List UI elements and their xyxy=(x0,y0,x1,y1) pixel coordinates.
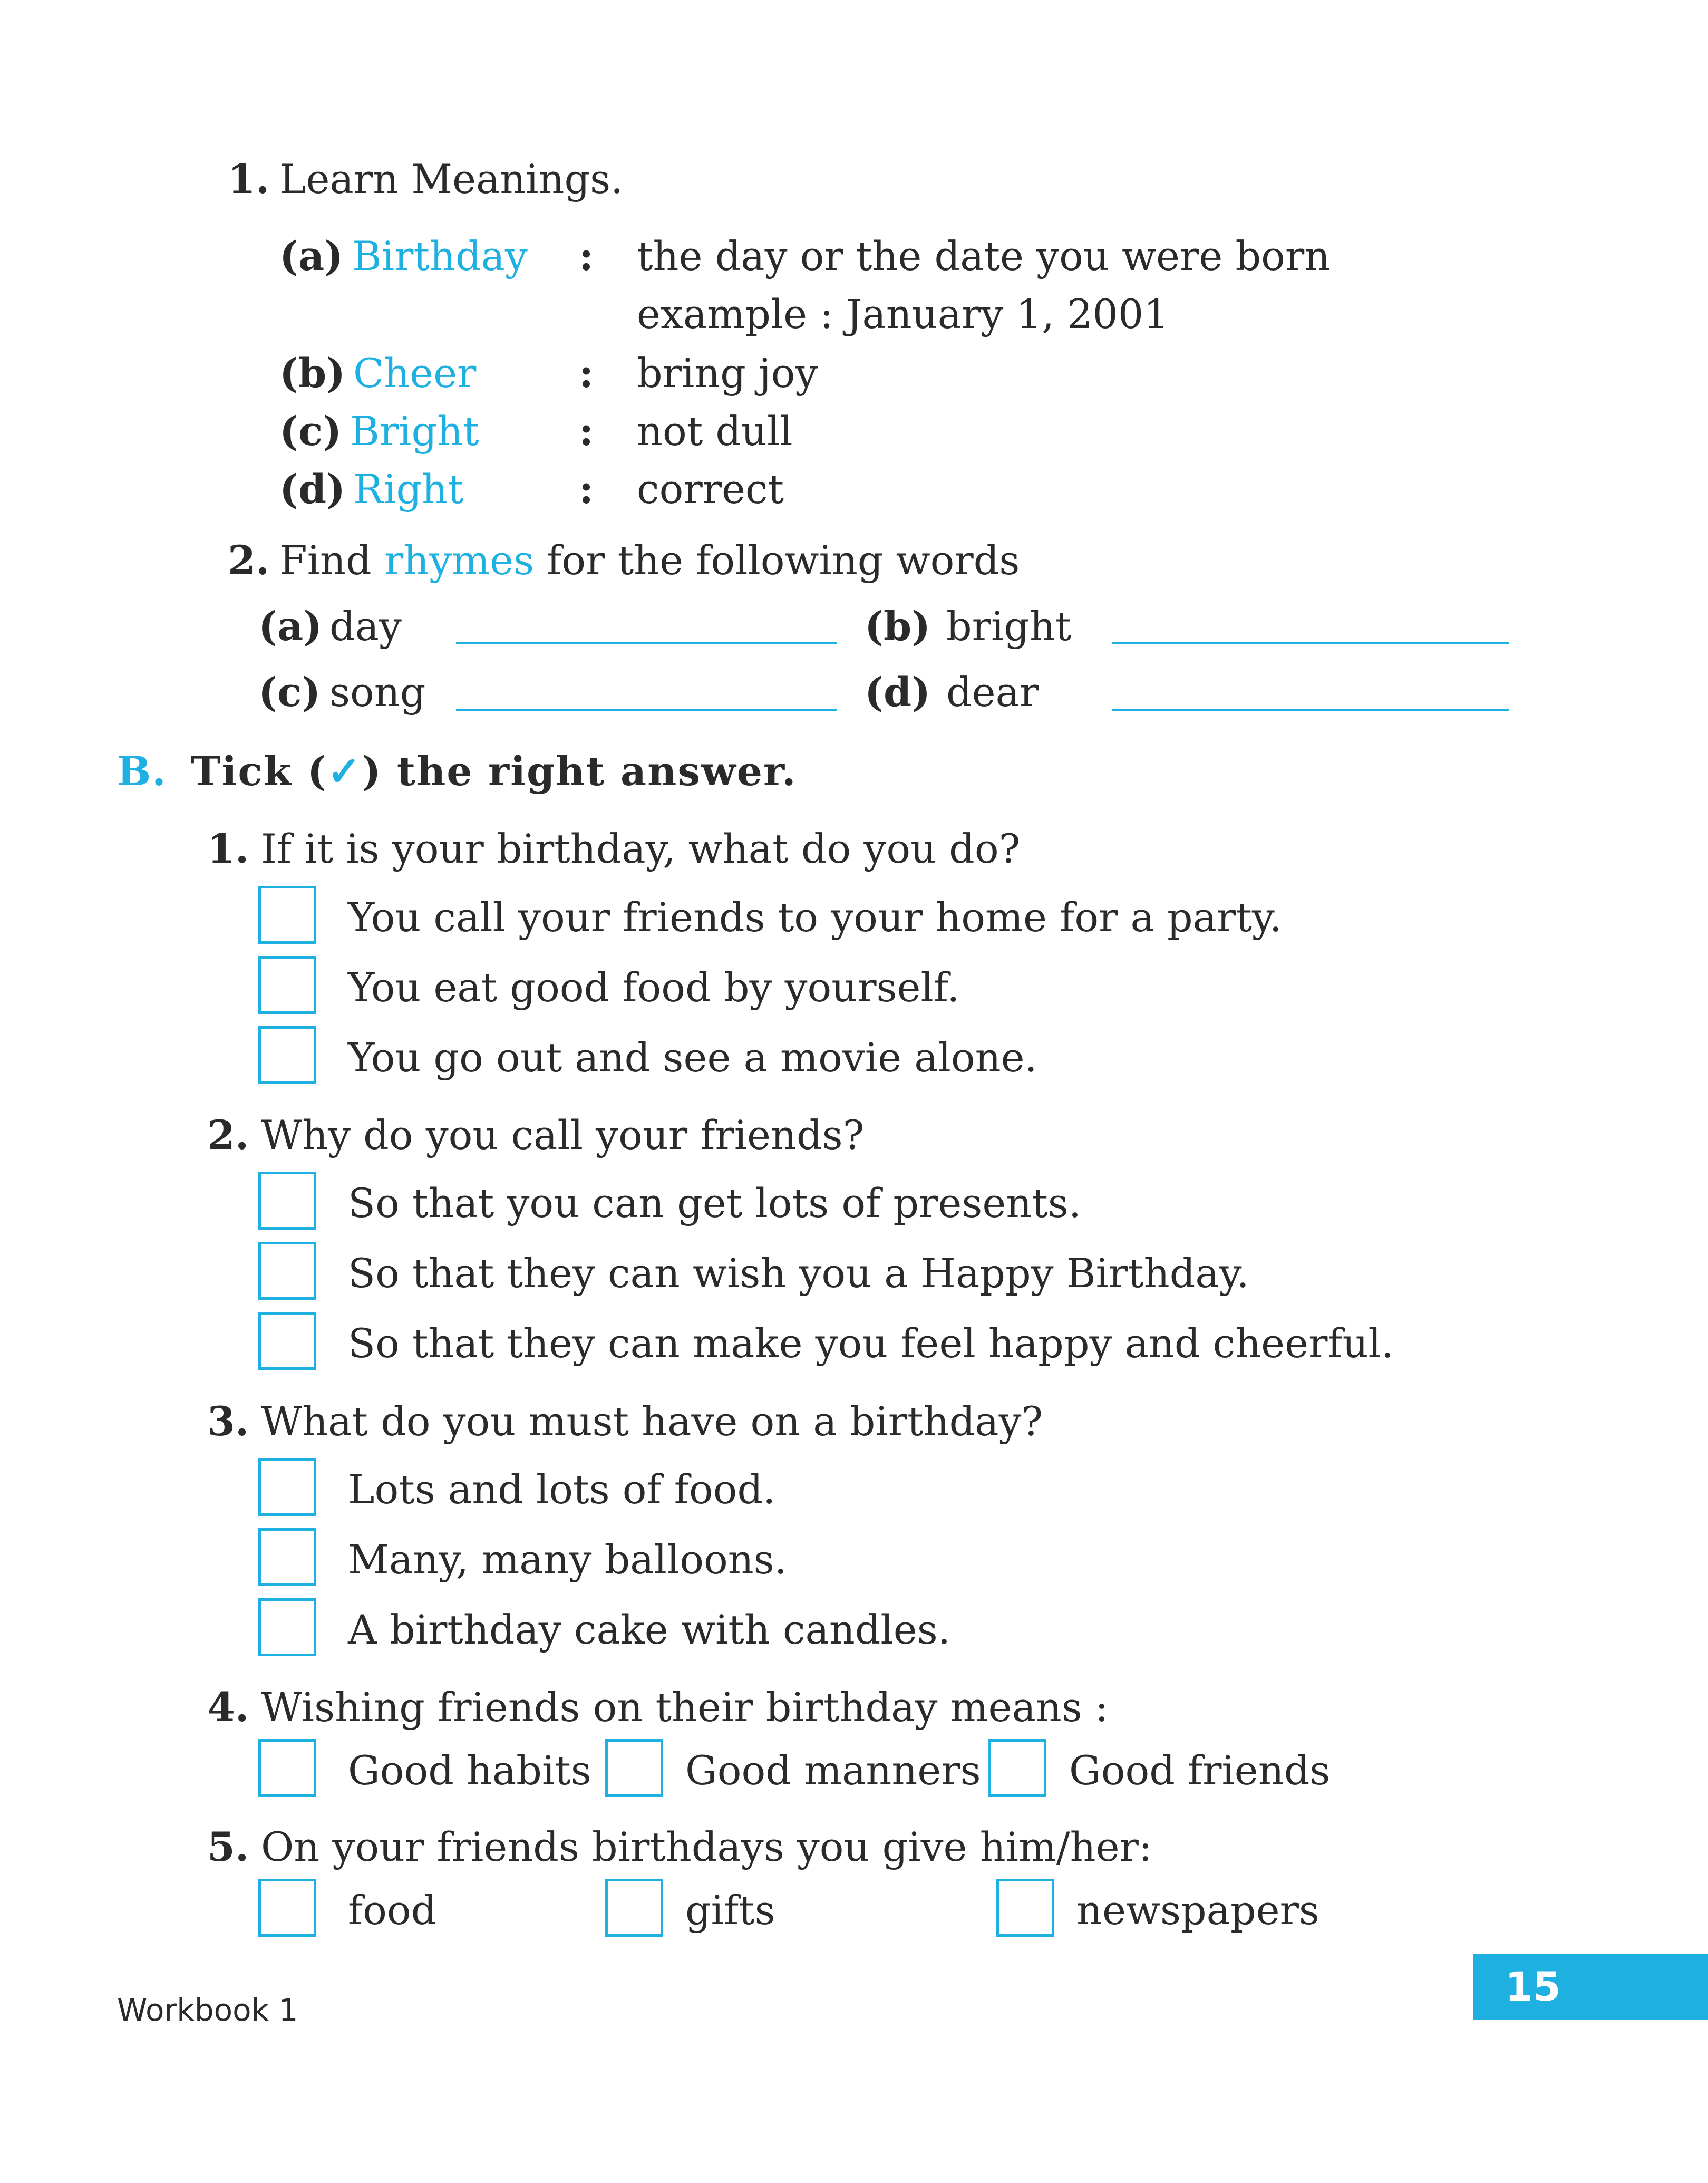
answer-checkbox[interactable] xyxy=(258,1528,316,1586)
q2-number: 2. xyxy=(228,537,270,584)
question-number: 5. xyxy=(207,1823,249,1870)
question-text: What do you must have on a birthday? xyxy=(261,1398,1043,1445)
answer-checkbox[interactable] xyxy=(258,1739,316,1797)
answer-checkbox[interactable] xyxy=(258,1242,316,1300)
answer-checkbox[interactable] xyxy=(258,1598,316,1656)
answer-checkbox[interactable] xyxy=(258,1458,316,1516)
question-text: Why do you call your friends? xyxy=(261,1112,865,1158)
option-text: gifts xyxy=(685,1887,775,1934)
rhyme-label: (a) xyxy=(258,603,323,650)
meaning-definition: not dull xyxy=(637,408,793,455)
option-text: newspapers xyxy=(1076,1887,1319,1934)
option-text: So that they can wish you a Happy Birthd… xyxy=(348,1250,1249,1297)
meaning-example: example : January 1, 2001 xyxy=(637,291,1169,337)
option-text: Good manners xyxy=(685,1747,981,1794)
question-number: 1. xyxy=(207,825,249,872)
meaning-word: Bright xyxy=(350,408,479,455)
question-number: 4. xyxy=(207,1684,249,1731)
rhyme-word: song xyxy=(329,669,426,716)
option-text: Many, many balloons. xyxy=(348,1536,787,1583)
answer-checkbox[interactable] xyxy=(605,1739,663,1797)
meaning-definition: bring joy xyxy=(637,350,818,397)
question-text: If it is your birthday, what do you do? xyxy=(261,825,1021,872)
option-text: Good friends xyxy=(1069,1747,1331,1794)
option-text: Lots and lots of food. xyxy=(348,1466,776,1513)
meaning-word: Right xyxy=(353,466,464,513)
section-b-letter: B. xyxy=(117,748,167,795)
question-number: 2. xyxy=(207,1112,249,1158)
rhyme-answer-line[interactable] xyxy=(1112,709,1509,711)
rhyme-label: (b) xyxy=(865,603,931,650)
answer-checkbox[interactable] xyxy=(258,1026,316,1084)
option-text: So that they can make you feel happy and… xyxy=(348,1320,1394,1367)
rhyme-word: dear xyxy=(946,669,1039,716)
rhyme-label: (d) xyxy=(865,669,931,716)
answer-checkbox[interactable] xyxy=(258,886,316,944)
rhyme-label: (c) xyxy=(258,669,321,716)
footer-label: Workbook 1 xyxy=(117,1992,298,2028)
question-text: Wishing friends on their birthday means … xyxy=(261,1684,1109,1731)
answer-checkbox[interactable] xyxy=(258,1312,316,1370)
meaning-label: (b) xyxy=(279,350,346,397)
q1-number: 1. xyxy=(228,156,270,202)
meaning-label: (d) xyxy=(279,466,346,513)
meaning-colon: : xyxy=(579,350,594,397)
rhyme-answer-line[interactable] xyxy=(456,709,837,711)
option-text: Good habits xyxy=(348,1747,591,1794)
rhyme-answer-line[interactable] xyxy=(456,642,837,644)
page-number: 15 xyxy=(1473,1954,1708,2020)
q2-text: Find rhymes for the following words xyxy=(279,537,1020,584)
meaning-colon: : xyxy=(579,466,594,513)
meaning-word: Cheer xyxy=(353,350,477,397)
meaning-definition: correct xyxy=(637,466,784,513)
option-text: You go out and see a movie alone. xyxy=(348,1034,1037,1081)
answer-checkbox[interactable] xyxy=(258,956,316,1014)
answer-checkbox[interactable] xyxy=(605,1879,663,1937)
rhyme-word: day xyxy=(329,603,402,650)
option-text: So that you can get lots of presents. xyxy=(348,1180,1081,1226)
question-number: 3. xyxy=(207,1398,249,1445)
meaning-word: Birthday xyxy=(352,233,528,279)
option-text: You eat good food by yourself. xyxy=(348,964,960,1011)
question-text: On your friends birthdays you give him/h… xyxy=(261,1823,1152,1870)
answer-checkbox[interactable] xyxy=(258,1879,316,1937)
q1-text: Learn Meanings. xyxy=(279,156,624,202)
answer-checkbox[interactable] xyxy=(988,1739,1046,1797)
tick-icon: ✓ xyxy=(327,748,362,795)
meaning-colon: : xyxy=(579,408,594,455)
option-text: A birthday cake with candles. xyxy=(348,1606,950,1653)
answer-checkbox[interactable] xyxy=(258,1172,316,1230)
answer-checkbox[interactable] xyxy=(996,1879,1054,1937)
option-text: You call your friends to your home for a… xyxy=(348,894,1282,941)
rhyme-answer-line[interactable] xyxy=(1112,642,1509,644)
section-b-title: Tick (✓) the right answer. xyxy=(191,748,797,795)
meaning-label: (c) xyxy=(279,408,342,455)
meaning-colon: : xyxy=(579,233,594,279)
meaning-label: (a) xyxy=(279,233,344,279)
option-text: food xyxy=(348,1887,437,1934)
rhyme-word: bright xyxy=(946,603,1072,650)
meaning-definition: the day or the date you were born xyxy=(637,233,1331,279)
